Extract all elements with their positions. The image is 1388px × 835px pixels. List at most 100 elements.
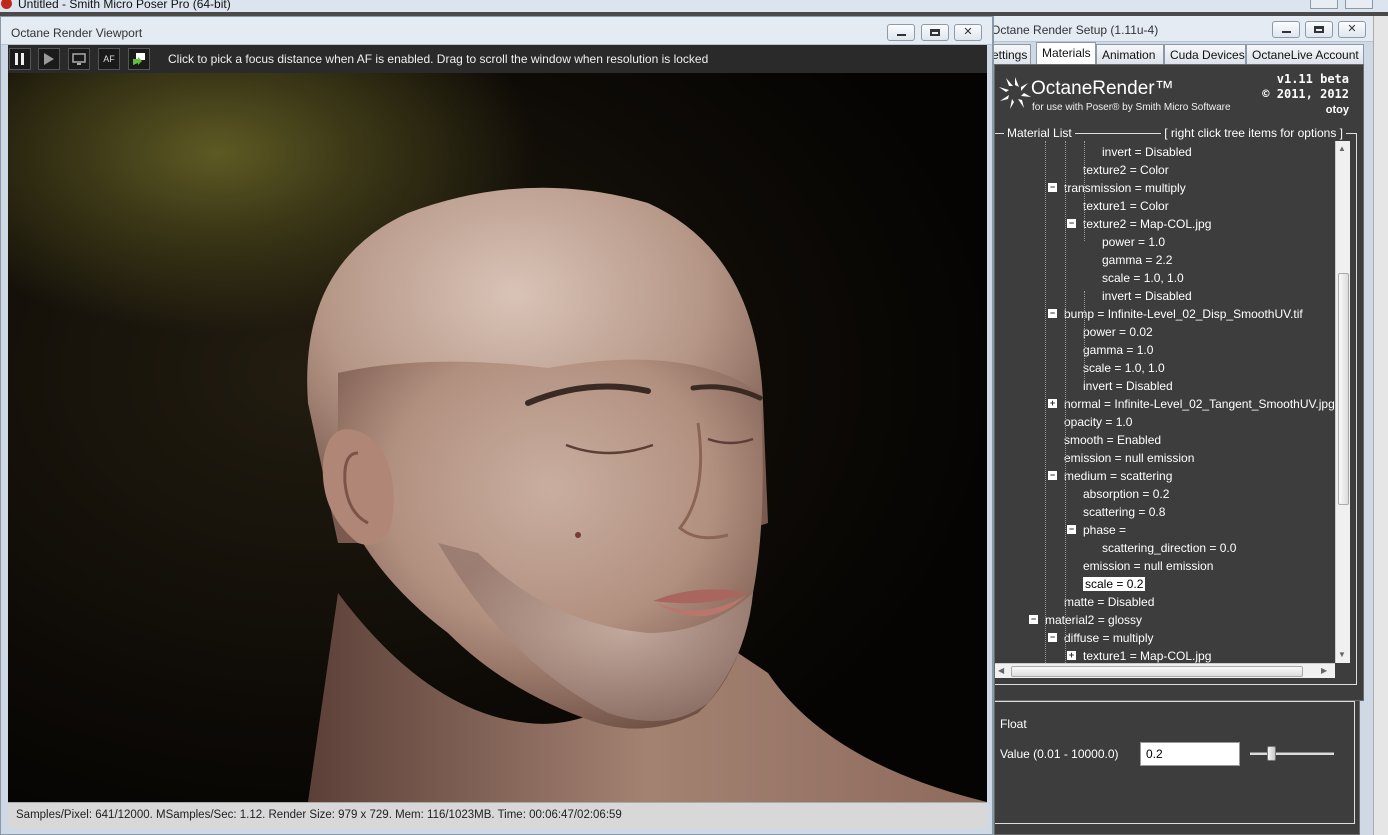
tree-item[interactable]: + texture1 = Map-COL.jpg: [1067, 647, 1211, 663]
viewport-title: Octane Render Viewport: [11, 26, 143, 40]
tree-item-label: opacity = 1.0: [1064, 415, 1133, 429]
viewport-window: Octane Render Viewport ✕ AF Click to pic…: [0, 16, 993, 835]
float-editor-panel: Float Value (0.01 - 10000.0): [994, 700, 1360, 835]
poser-minimize-button[interactable]: [1310, 0, 1338, 9]
setup-tabs: ettings Materials Animation Cuda Devices…: [994, 42, 1388, 64]
tree-item-label: invert = Disabled: [1102, 145, 1192, 159]
tree-item[interactable]: opacity = 1.0: [1064, 413, 1132, 431]
horizontal-scroll-thumb[interactable]: [1011, 666, 1303, 677]
tree-item[interactable]: gamma = 1.0: [1083, 341, 1153, 359]
pause-button[interactable]: [9, 48, 31, 70]
tree-item[interactable]: − texture2 = Map-COL.jpg: [1067, 215, 1211, 233]
tree-item-label: gamma = 1.0: [1083, 343, 1154, 357]
viewport-maximize-button[interactable]: [921, 24, 949, 41]
tree-item[interactable]: power = 0.02: [1083, 323, 1153, 341]
tree-item-label: power = 1.0: [1102, 235, 1166, 249]
collapse-icon[interactable]: −: [1029, 615, 1038, 625]
tree-item[interactable]: scale = 1.0, 1.0: [1083, 359, 1165, 377]
collapse-icon[interactable]: −: [1067, 219, 1076, 229]
viewport-close-button[interactable]: ✕: [954, 24, 982, 41]
tree-item[interactable]: emission = null emission: [1064, 449, 1194, 467]
rendered-head-portrait: [307, 187, 987, 802]
tree-vertical-scrollbar[interactable]: ▲ ▼: [1335, 141, 1350, 663]
tree-item[interactable]: absorption = 0.2: [1083, 485, 1169, 503]
minimize-icon: [1281, 31, 1291, 33]
scroll-right-icon[interactable]: ▶: [1321, 666, 1327, 675]
tree-item-label: scattering = 0.8: [1083, 505, 1166, 519]
viewport-titlebar[interactable]: Octane Render Viewport ✕: [1, 17, 992, 45]
tree-item[interactable]: invert = Disabled: [1102, 143, 1192, 161]
tree-horizontal-scrollbar[interactable]: ◀ ▶: [995, 663, 1335, 678]
tree-item[interactable]: − transmission = multiply: [1048, 179, 1186, 197]
tree-item[interactable]: smooth = Enabled: [1064, 431, 1161, 449]
brand-name-rest: Render™: [1092, 78, 1174, 99]
scroll-left-icon[interactable]: ◀: [998, 666, 1004, 675]
monitor-icon: [72, 53, 86, 65]
scroll-up-icon[interactable]: ▲: [1338, 144, 1346, 153]
material-list-hint: [ right click tree items for options ]: [1161, 126, 1346, 140]
close-icon: ✕: [1347, 23, 1357, 35]
setup-minimize-button[interactable]: [1272, 21, 1300, 38]
tree-item[interactable]: texture2 = Color: [1083, 161, 1169, 179]
tree-item[interactable]: scale = 1.0, 1.0: [1102, 269, 1184, 287]
poser-restore-button[interactable]: [1345, 0, 1373, 9]
vertical-scroll-thumb[interactable]: [1338, 273, 1349, 505]
tree-item-label: emission = null emission: [1083, 559, 1214, 573]
collapse-icon[interactable]: −: [1067, 525, 1076, 535]
render-image[interactable]: [8, 73, 987, 802]
tree-item[interactable]: scattering_direction = 0.0: [1102, 539, 1236, 557]
tree-item[interactable]: − diffuse = multiply: [1048, 629, 1154, 647]
expand-icon[interactable]: +: [1048, 399, 1057, 409]
tree-item[interactable]: − phase =: [1067, 521, 1126, 539]
collapse-icon[interactable]: −: [1048, 471, 1057, 481]
tab-octanelive-account[interactable]: OctaneLive Account: [1246, 44, 1364, 64]
tree-item[interactable]: invert = Disabled: [1102, 287, 1192, 305]
tree-item[interactable]: invert = Disabled: [1083, 377, 1173, 395]
tab-materials[interactable]: Materials: [1036, 42, 1096, 64]
export-button[interactable]: [128, 48, 150, 70]
display-button[interactable]: [68, 48, 90, 70]
tree-guide-line: [1065, 141, 1066, 663]
collapse-icon[interactable]: −: [1048, 183, 1057, 193]
copyright-label: © 2011, 2012: [1262, 87, 1349, 101]
tree-item[interactable]: scattering = 0.8: [1083, 503, 1165, 521]
viewport-toolbar: AF Click to pick a focus distance when A…: [8, 45, 987, 73]
tree-item[interactable]: matte = Disabled: [1064, 593, 1154, 611]
setup-titlebar[interactable]: Octane Render Setup (1.11u-4) ✕: [994, 16, 1388, 42]
tree-item[interactable]: gamma = 2.2: [1102, 251, 1172, 269]
tree-item[interactable]: + normal = Infinite-Level_02_Tangent_Smoo…: [1048, 395, 1335, 413]
setup-close-button[interactable]: ✕: [1338, 21, 1366, 38]
tab-settings[interactable]: ettings: [994, 44, 1031, 64]
tree-item[interactable]: power = 1.0: [1102, 233, 1165, 251]
value-slider-thumb[interactable]: [1267, 746, 1276, 761]
tree-item-label: power = 0.02: [1083, 325, 1153, 339]
value-slider-track[interactable]: [1250, 752, 1334, 755]
play-button[interactable]: [38, 48, 60, 70]
tree-item[interactable]: emission = null emission: [1083, 557, 1213, 575]
tree-item[interactable]: − bump = Infinite-Level_02_Disp_SmoothUV.…: [1048, 305, 1303, 323]
setup-maximize-button[interactable]: [1305, 21, 1333, 38]
float-type-label: Float: [1000, 717, 1027, 731]
material-list-legend: Material List: [1004, 126, 1075, 140]
tree-item-label: scale = 1.0, 1.0: [1102, 271, 1184, 285]
tree-item[interactable]: texture1 = Color: [1083, 197, 1169, 215]
tab-animation[interactable]: Animation: [1096, 44, 1164, 64]
scroll-down-icon[interactable]: ▼: [1338, 650, 1346, 659]
viewport-minimize-button[interactable]: [887, 24, 915, 41]
tab-cuda-devices[interactable]: Cuda Devices: [1164, 44, 1246, 64]
autofocus-button[interactable]: AF: [98, 48, 120, 70]
status-bar: Samples/Pixel: 641/12000. MSamples/Sec: …: [8, 802, 987, 828]
tree-item[interactable]: scale = 0.2: [1083, 575, 1146, 593]
brand-name-bold: Octane: [1031, 78, 1093, 99]
collapse-icon[interactable]: −: [1048, 633, 1057, 643]
tree-guide-line: [1045, 141, 1046, 663]
setup-window: Octane Render Setup (1.11u-4) ✕ ettings …: [993, 16, 1388, 835]
value-input[interactable]: [1140, 742, 1240, 766]
tree-item-label: smooth = Enabled: [1064, 433, 1162, 447]
maximize-icon: [930, 29, 940, 36]
material-tree: invert = Disabled texture2 = Color − transm…: [995, 141, 1335, 663]
expand-icon[interactable]: +: [1067, 651, 1076, 661]
tree-item[interactable]: − medium = scattering: [1048, 467, 1172, 485]
play-icon: [44, 53, 54, 65]
collapse-icon[interactable]: −: [1048, 309, 1057, 319]
